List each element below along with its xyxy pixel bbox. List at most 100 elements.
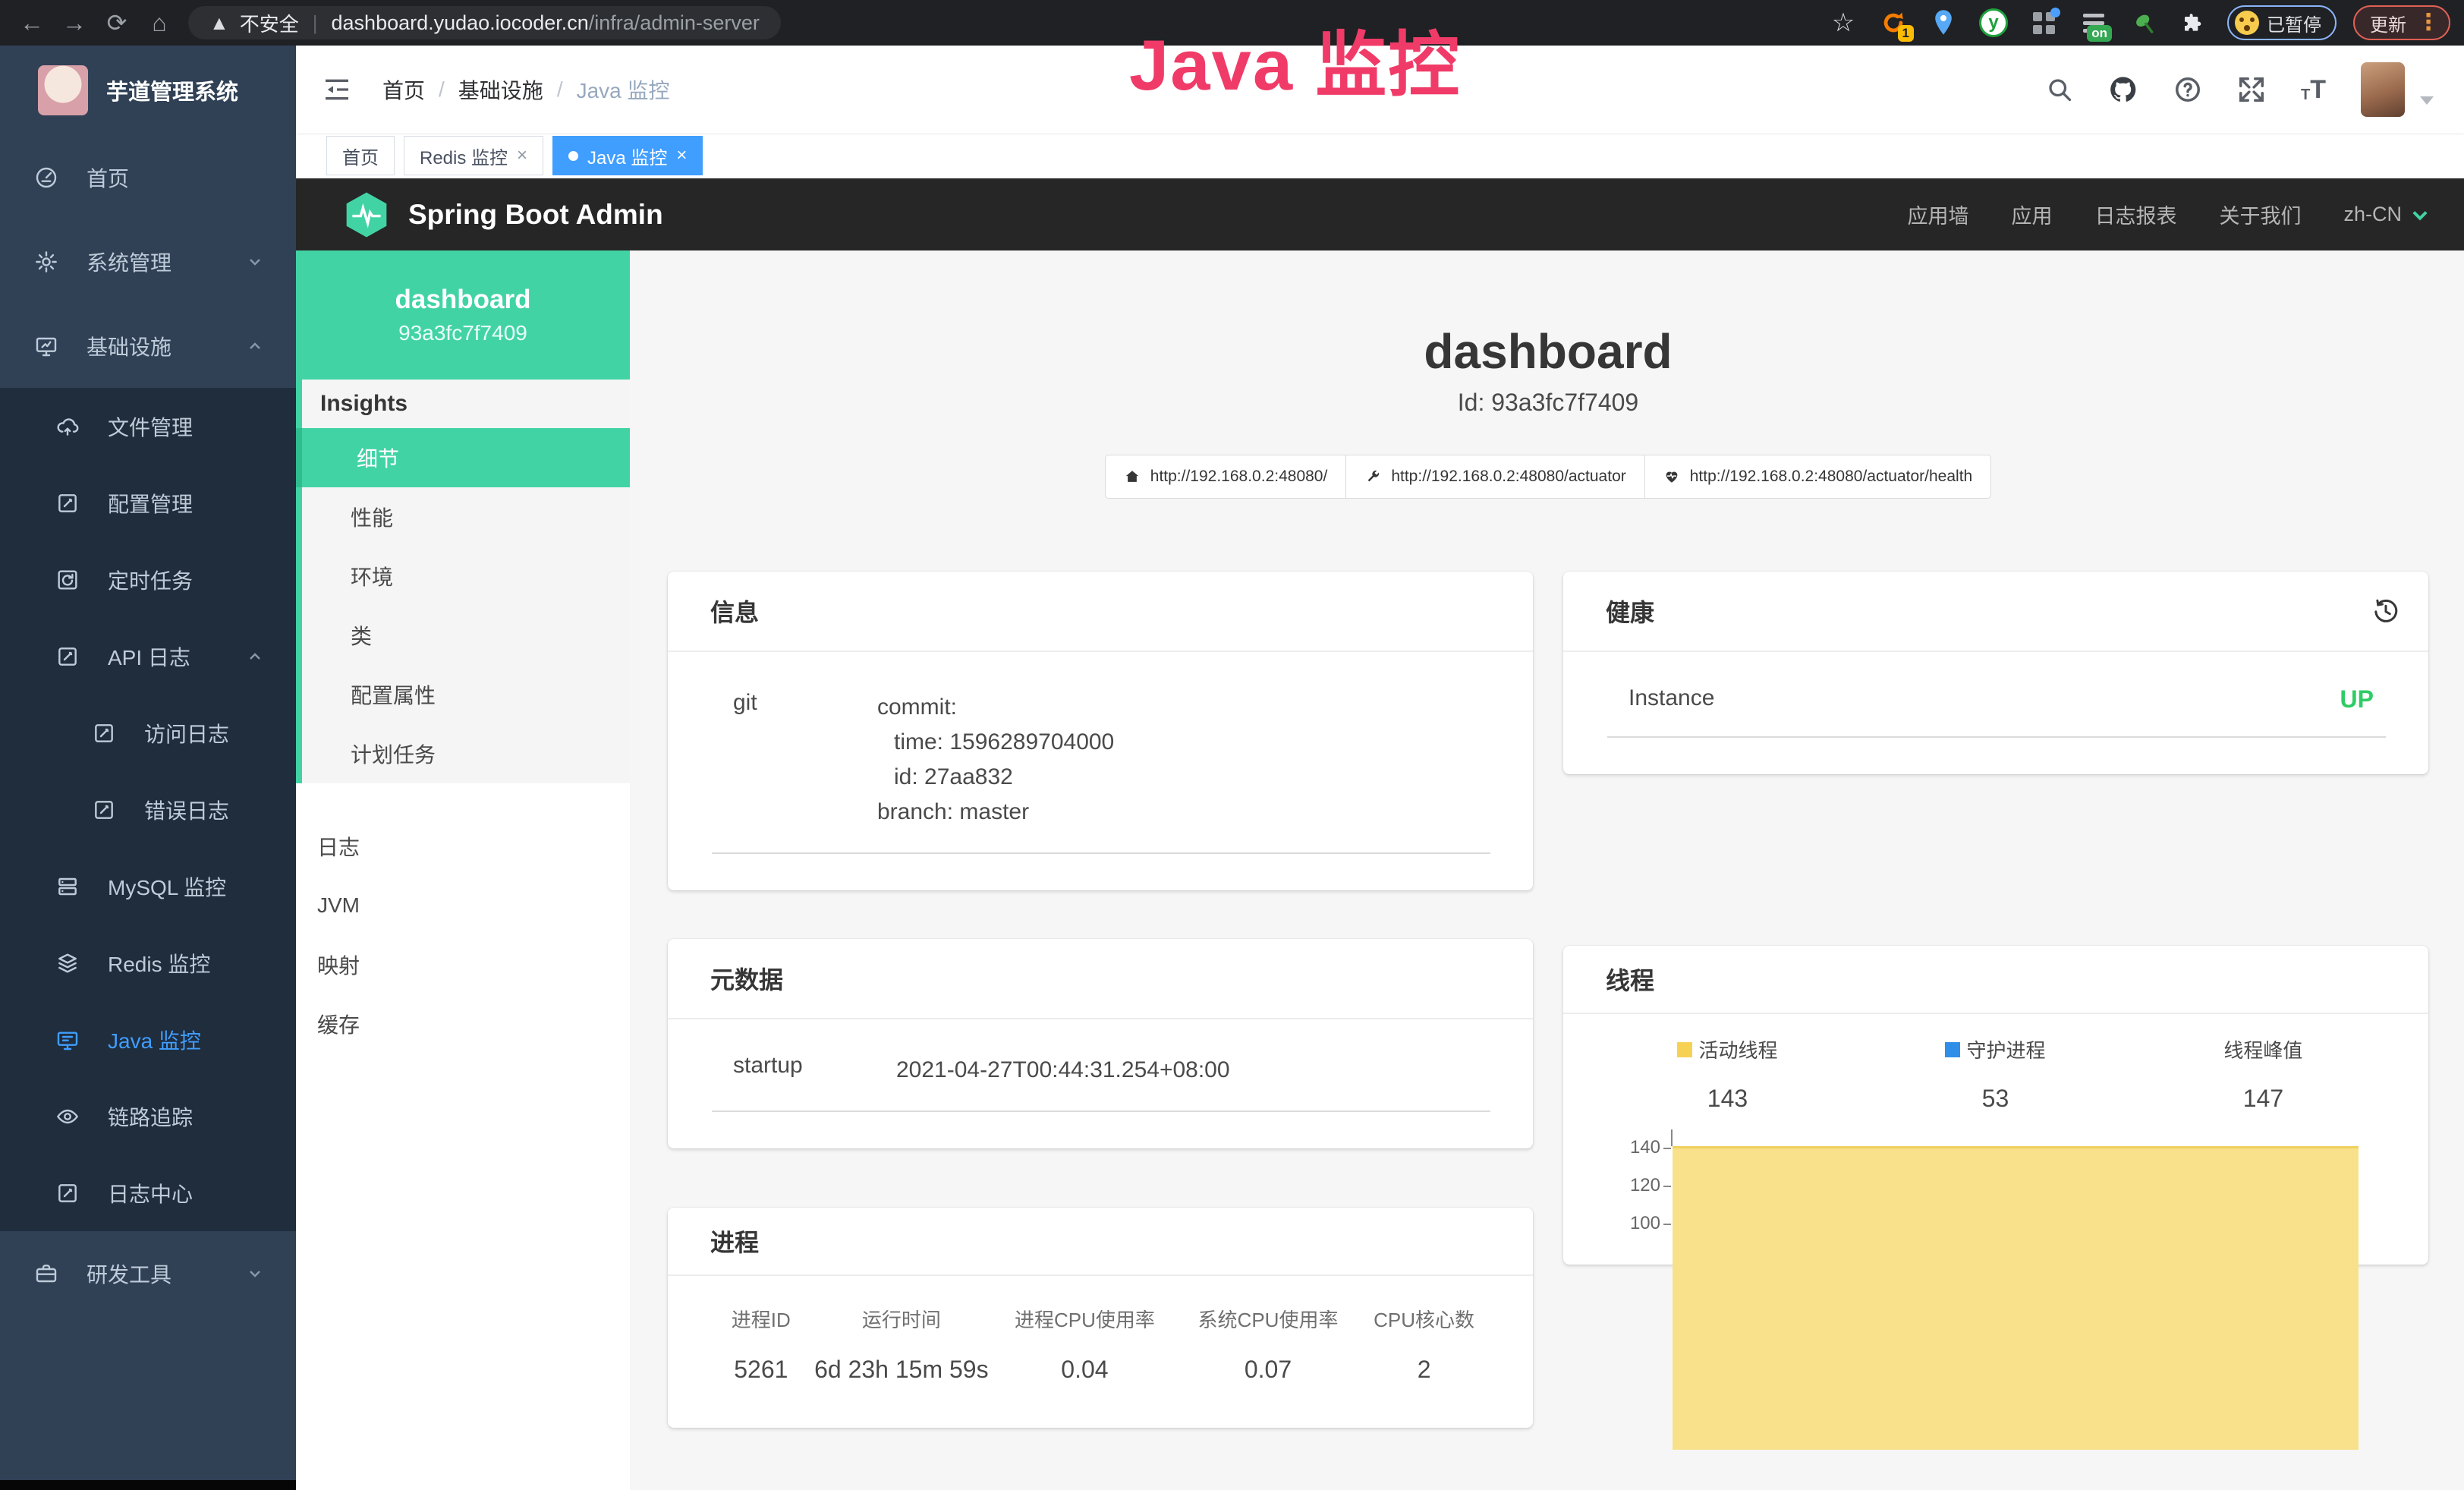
sba-item-environment[interactable]: 环境 <box>302 547 630 606</box>
sba-header: Spring Boot Admin 应用墙 应用 日志报表 关于我们 zh-CN <box>296 178 2464 250</box>
extensions-puzzle-icon[interactable] <box>2177 6 2211 39</box>
extension-grid-icon[interactable] <box>2027 6 2060 39</box>
profile-paused-badge[interactable]: 已暂停 <box>2227 5 2337 40</box>
browser-home-icon[interactable]: ⌂ <box>141 5 178 41</box>
sba-instance-id: 93a3fc7f7409 <box>398 321 527 345</box>
tab-redis-monitor[interactable]: Redis 监控 × <box>404 136 543 175</box>
avatar-caret-down-icon[interactable] <box>2420 96 2434 105</box>
actuator-url-button[interactable]: http://192.168.0.2:48080/actuator <box>1345 455 1644 499</box>
sba-nav-journal[interactable]: 日志报表 <box>2094 200 2176 229</box>
paused-label: 已暂停 <box>2267 10 2321 36</box>
sba-instance-header[interactable]: dashboard 93a3fc7f7409 <box>296 250 630 380</box>
instance-id-line: Id: 93a3fc7f7409 <box>668 389 2428 417</box>
sidebar-fold-icon[interactable] <box>322 74 352 105</box>
sba-nav-wallboard[interactable]: 应用墙 <box>1907 200 1968 229</box>
legend-daemon-threads: 守护进程 <box>1966 1035 2045 1063</box>
sidebar-item-scheduled-jobs[interactable]: 定时任务 <box>0 541 296 618</box>
sidebar-item-label: Java 监控 <box>108 1025 201 1055</box>
service-url-button[interactable]: http://192.168.0.2:48080/ <box>1105 455 1347 499</box>
app-logo-row[interactable]: 芋道管理系统 <box>0 46 296 135</box>
health-status-badge: UP <box>2340 685 2386 713</box>
sba-item-logs[interactable]: 日志 <box>296 817 630 876</box>
loop-icon <box>55 567 80 593</box>
chevron-down-icon <box>246 1265 264 1283</box>
git-branch-line: branch: master <box>877 795 1114 830</box>
sidebar-item-label: 链路追踪 <box>108 1101 193 1132</box>
tab-label: 首页 <box>342 143 379 169</box>
info-git-row: git commit: time: 1596289704000 id: 27aa… <box>712 652 1490 854</box>
extension-leaf-icon[interactable] <box>2127 6 2160 39</box>
sba-nav-applications[interactable]: 应用 <box>2011 200 2052 229</box>
sidebar-item-dev-tools[interactable]: 研发工具 <box>0 1231 296 1315</box>
sidebar-item-config-management[interactable]: 配置管理 <box>0 465 296 541</box>
health-card-title: 健康 <box>1606 594 1654 628</box>
help-icon[interactable] <box>2173 75 2202 104</box>
sidebar-item-label: 错误日志 <box>144 795 229 825</box>
heartbeat-icon <box>1663 468 1680 485</box>
git-time-line: time: 1596289704000 <box>877 725 1114 760</box>
close-icon[interactable]: × <box>517 145 527 166</box>
sba-locale-select[interactable]: zh-CN <box>2343 203 2431 226</box>
fullscreen-icon[interactable] <box>2237 75 2266 104</box>
extension-on-icon[interactable]: on <box>2077 6 2110 39</box>
extension-on-badge: on <box>2087 25 2112 42</box>
tab-java-monitor[interactable]: Java 监控 × <box>552 136 703 175</box>
sba-item-jvm[interactable]: JVM <box>296 876 630 935</box>
edit-square-icon <box>55 1180 80 1206</box>
sba-other-group: 日志 JVM 映射 缓存 <box>296 817 630 1054</box>
bookmark-star-icon[interactable]: ☆ <box>1827 6 1860 39</box>
browser-forward-icon[interactable]: → <box>56 5 93 41</box>
threads-card-title: 线程 <box>1606 962 1654 997</box>
sba-group-label: Insights <box>302 380 630 428</box>
breadcrumb-home[interactable]: 首页 <box>382 74 425 105</box>
sba-nav-about[interactable]: 关于我们 <box>2219 200 2301 229</box>
sidebar-item-error-logs[interactable]: 错误日志 <box>0 771 296 848</box>
sidebar-item-mysql-monitor[interactable]: MySQL 监控 <box>0 848 296 925</box>
instance-links: http://192.168.0.2:48080/ http://192.168… <box>668 455 2428 499</box>
sba-item-classes[interactable]: 类 <box>302 606 630 665</box>
breadcrumb-infra[interactable]: 基础设施 <box>458 74 543 105</box>
tab-home[interactable]: 首页 <box>326 136 395 175</box>
extension-pin-icon[interactable] <box>1927 6 1960 39</box>
service-url-label: http://192.168.0.2:48080/ <box>1150 468 1328 486</box>
sba-item-caches[interactable]: 缓存 <box>296 994 630 1054</box>
sba-brand[interactable]: Spring Boot Admin <box>345 191 663 238</box>
sidebar-item-label: 日志中心 <box>108 1178 193 1208</box>
extension-y-icon[interactable]: y <box>1977 6 2010 39</box>
sidebar-item-java-monitor[interactable]: Java 监控 <box>0 1001 296 1078</box>
sba-item-config-props[interactable]: 配置属性 <box>302 665 630 724</box>
sidebar-item-api-logs[interactable]: API 日志 <box>0 618 296 695</box>
chevron-down-icon <box>2409 204 2431 225</box>
address-bar[interactable]: ▲️ 不安全 | dashboard.yudao.iocoder.cn/infr… <box>188 6 781 39</box>
history-icon[interactable] <box>2372 597 2399 625</box>
sidebar-item-home[interactable]: 首页 <box>0 135 296 219</box>
health-card: 健康 Instance UP <box>1563 572 2428 774</box>
sba-item-mappings[interactable]: 映射 <box>296 935 630 994</box>
sidebar-item-system[interactable]: 系统管理 <box>0 219 296 304</box>
close-icon[interactable]: × <box>676 145 687 166</box>
sidebar-item-label: 文件管理 <box>108 411 193 442</box>
browser-reload-icon[interactable]: ⟳ <box>99 5 135 41</box>
sidebar-item-infra[interactable]: 基础设施 <box>0 304 296 388</box>
sba-item-scheduled-tasks[interactable]: 计划任务 <box>302 724 630 783</box>
chevron-up-icon <box>246 337 264 355</box>
sidebar-item-file-management[interactable]: 文件管理 <box>0 388 296 465</box>
search-icon[interactable] <box>2046 76 2073 103</box>
sba-item-details[interactable]: 细节 <box>296 428 630 487</box>
sidebar-item-log-center[interactable]: 日志中心 <box>0 1155 296 1231</box>
sidebar-item-redis-monitor[interactable]: Redis 监控 <box>0 925 296 1001</box>
sba-item-metrics[interactable]: 性能 <box>302 487 630 547</box>
user-avatar[interactable] <box>2361 62 2405 117</box>
browser-update-button[interactable]: 更新 ⋮ <box>2353 5 2450 40</box>
health-url-button[interactable]: http://192.168.0.2:48080/actuator/health <box>1644 455 1991 499</box>
app-title: 芋道管理系统 <box>106 74 238 106</box>
sidebar-item-access-logs[interactable]: 访问日志 <box>0 695 296 771</box>
tab-label: Redis 监控 <box>420 143 508 169</box>
browser-menu-icon[interactable]: ⋮ <box>2417 11 2440 34</box>
eye-icon <box>55 1104 80 1129</box>
extension-orange-icon[interactable]: 1 <box>1877 6 1910 39</box>
github-icon[interactable] <box>2108 74 2138 105</box>
sidebar-item-tracing[interactable]: 链路追踪 <box>0 1078 296 1155</box>
browser-back-icon[interactable]: ← <box>14 5 50 41</box>
font-size-icon[interactable]: TT <box>2301 77 2326 102</box>
